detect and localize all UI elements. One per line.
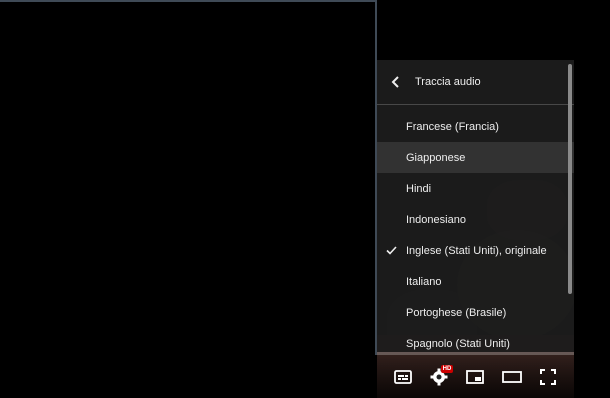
menu-item-label: Portoghese (Brasile) [406, 306, 507, 319]
menu-item-label: Italiano [406, 275, 442, 288]
menu-item-italiano[interactable]: Italiano [377, 266, 574, 297]
menu-item-label: Francese (Francia) [406, 120, 499, 133]
subtitles-icon[interactable] [389, 363, 417, 391]
menu-header: Traccia audio [377, 60, 574, 105]
menu-item-label: Hindi [406, 182, 432, 195]
settings-menu: Traccia audio Francese (Francia) Giappon… [377, 60, 574, 352]
menu-item-label: Inglese (Stati Uniti), originale [406, 244, 547, 257]
blank-video-area [0, 0, 377, 355]
back-chevron-icon[interactable] [377, 76, 415, 88]
page-background [574, 0, 610, 398]
menu-item-giapponese[interactable]: Giapponese [377, 142, 574, 173]
menu-item-label: Giapponese [406, 151, 466, 164]
theater-mode-icon[interactable] [498, 363, 526, 391]
miniplayer-icon[interactable] [461, 363, 489, 391]
menu-item-label: Spagnolo (Stati Uniti) [406, 337, 510, 350]
menu-item-label: Indonesiano [406, 213, 466, 226]
hd-badge: HD [440, 364, 454, 373]
fullscreen-icon[interactable] [534, 363, 562, 391]
settings-gear-icon[interactable]: HD [425, 363, 454, 391]
menu-item-portoghese[interactable]: Portoghese (Brasile) [377, 297, 574, 328]
video-player[interactable]: Traccia audio Francese (Francia) Giappon… [377, 60, 574, 398]
menu-title: Traccia audio [415, 76, 481, 88]
menu-item-indonesiano[interactable]: Indonesiano [377, 204, 574, 235]
menu-item-inglese[interactable]: Inglese (Stati Uniti), originale [377, 235, 574, 266]
menu-item-hindi[interactable]: Hindi [377, 173, 574, 204]
menu-item-francese[interactable]: Francese (Francia) [377, 111, 574, 142]
menu-item-spagnolo[interactable]: Spagnolo (Stati Uniti) [377, 328, 574, 352]
checkmark-icon [377, 246, 406, 255]
player-controls: HD [377, 355, 574, 398]
menu-scrollbar[interactable] [568, 64, 572, 294]
